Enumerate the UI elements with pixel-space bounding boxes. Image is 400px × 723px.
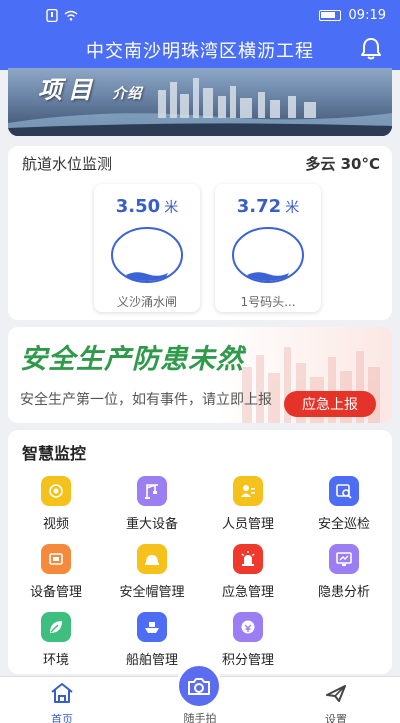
camera-icon bbox=[188, 678, 210, 695]
crane-icon bbox=[137, 476, 167, 506]
safety-subtitle: 安全生产第一位，如有事件，请立即上报 bbox=[20, 392, 272, 408]
nav-home-label: 首页 bbox=[51, 713, 73, 723]
monitor-item-label: 视频 bbox=[42, 517, 69, 532]
monitor-item-emergency-management[interactable]: 应急管理 bbox=[200, 544, 296, 606]
status-time: 09:19 bbox=[348, 7, 386, 23]
battery-icon bbox=[318, 9, 341, 21]
monitor-item-video[interactable]: 视频 bbox=[8, 476, 104, 538]
monitor-item-ship-management[interactable]: 船舶管理 bbox=[104, 612, 200, 674]
notification-icon bbox=[46, 8, 58, 22]
wifi-icon bbox=[64, 10, 78, 21]
weather-text: 多云 30°C bbox=[305, 154, 380, 173]
gauge-name: 义沙涌水闸 bbox=[116, 295, 177, 309]
status-right: 09:19 bbox=[318, 7, 386, 23]
device-icon bbox=[41, 544, 71, 574]
monitor-item-label: 重大设备 bbox=[125, 517, 178, 532]
monitor-item-label: 隐患分析 bbox=[317, 585, 370, 600]
monitor-item-label: 环境 bbox=[42, 653, 69, 668]
person-card-icon bbox=[233, 476, 263, 506]
bell-icon[interactable] bbox=[358, 36, 384, 62]
gauge-value: 3.50 bbox=[115, 196, 161, 217]
points-icon bbox=[233, 612, 263, 642]
banner-title-sub: 介绍 bbox=[112, 86, 143, 102]
ship-icon bbox=[137, 612, 167, 642]
status-bar: 09:19 bbox=[0, 0, 400, 30]
monitor-item-label: 应急管理 bbox=[221, 585, 274, 600]
nav-settings-label: 设置 bbox=[325, 713, 347, 723]
monitor-item-hazard-analysis[interactable]: 隐患分析 bbox=[296, 544, 392, 606]
smart-monitor-card: 智慧监控 视频 重大设备 人员管理 安全巡检 设备管理 安全帽管理 应急管理 隐… bbox=[8, 430, 392, 674]
monitor-item-label: 安全帽管理 bbox=[119, 585, 185, 600]
smart-monitor-title: 智慧监控 bbox=[22, 444, 87, 463]
header: 中交南沙明珠湾区横沥工程 bbox=[0, 30, 400, 70]
status-left bbox=[46, 8, 78, 22]
top-bar: 09:19 中交南沙明珠湾区横沥工程 bbox=[0, 0, 400, 70]
analysis-icon bbox=[329, 544, 359, 574]
leaf-icon bbox=[41, 612, 71, 642]
monitor-item-label: 设备管理 bbox=[29, 585, 82, 600]
water-level-ring-icon bbox=[232, 227, 304, 283]
camera-button[interactable] bbox=[176, 663, 222, 709]
monitor-item-label: 安全巡检 bbox=[317, 517, 370, 532]
water-gauge[interactable]: 3.72 米 1号码头... bbox=[215, 184, 321, 312]
project-banner[interactable]: 项目 介绍 bbox=[8, 68, 392, 136]
monitor-item-helmet-management[interactable]: 安全帽管理 bbox=[104, 544, 200, 606]
safety-banner: 安全生产防患未然 安全生产第一位，如有事件，请立即上报 应急上报 bbox=[8, 327, 392, 423]
water-level-card: 航道水位监测 多云 30°C 3.50 米 义沙涌水闸 3.72 米 1号码头... bbox=[8, 146, 392, 320]
monitor-item-environment[interactable]: 环境 bbox=[8, 612, 104, 674]
safety-slogan: 安全生产防患未然 bbox=[20, 344, 244, 375]
water-level-header: 航道水位监测 多云 30°C bbox=[8, 146, 392, 174]
monitor-item-label: 船舶管理 bbox=[125, 653, 178, 668]
settings-plane-icon bbox=[326, 685, 346, 702]
emergency-report-button[interactable]: 应急上报 bbox=[284, 391, 376, 417]
monitor-item-major-equipment[interactable]: 重大设备 bbox=[104, 476, 200, 538]
gauge-unit: 米 bbox=[164, 200, 179, 216]
gauge-value-row: 3.50 米 bbox=[94, 196, 200, 217]
monitor-grid: 视频 重大设备 人员管理 安全巡检 设备管理 安全帽管理 应急管理 隐患分析 环… bbox=[8, 476, 392, 674]
gauge-name: 1号码头... bbox=[240, 295, 296, 309]
gauge-unit: 米 bbox=[285, 200, 300, 216]
monitor-item-device-management[interactable]: 设备管理 bbox=[8, 544, 104, 606]
home-icon bbox=[51, 683, 73, 703]
water-level-title: 航道水位监测 bbox=[22, 154, 113, 173]
page-title: 中交南沙明珠湾区横沥工程 bbox=[86, 41, 314, 62]
nav-camera-label: 随手拍 bbox=[183, 712, 217, 723]
nav-home[interactable]: 首页 bbox=[22, 681, 102, 723]
video-icon bbox=[41, 476, 71, 506]
inspection-icon bbox=[329, 476, 359, 506]
monitor-item-points-management[interactable]: 积分管理 bbox=[200, 612, 296, 674]
gauge-value-row: 3.72 米 bbox=[215, 196, 321, 217]
helmet-icon bbox=[137, 544, 167, 574]
gauge-value: 3.72 bbox=[236, 196, 282, 217]
monitor-item-label: 人员管理 bbox=[221, 517, 274, 532]
water-gauge[interactable]: 3.50 米 义沙涌水闸 bbox=[94, 184, 200, 312]
monitor-item-label: 积分管理 bbox=[221, 653, 274, 668]
banner-title-main: 项目 bbox=[38, 76, 98, 104]
nav-settings[interactable]: 设置 bbox=[296, 681, 376, 723]
banner-title: 项目 介绍 bbox=[38, 70, 142, 105]
monitor-item-personnel[interactable]: 人员管理 bbox=[200, 476, 296, 538]
monitor-item-safety-inspection[interactable]: 安全巡检 bbox=[296, 476, 392, 538]
alarm-icon bbox=[233, 544, 263, 574]
bottom-nav: 首页 随手拍 设置 bbox=[0, 663, 400, 723]
water-level-ring-icon bbox=[111, 227, 183, 283]
